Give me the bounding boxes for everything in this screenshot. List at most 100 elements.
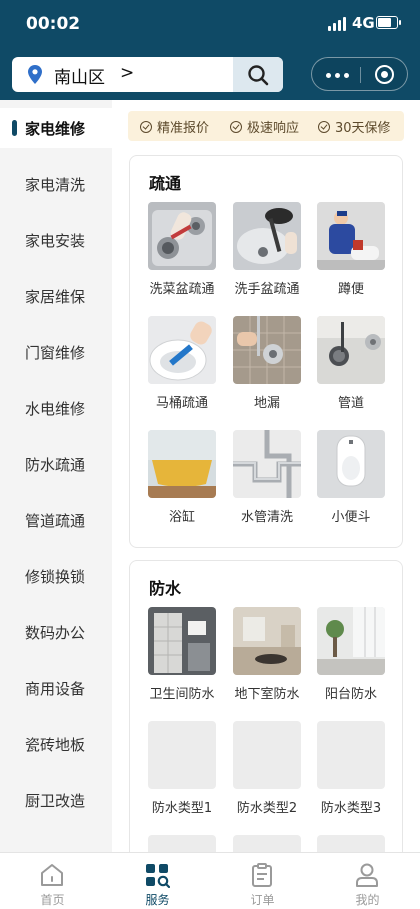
status-bar: 00:02 4G [0,0,420,48]
app-header: 00:02 4G 南山区 > [0,0,420,100]
sidebar-item-label: 防水疏通 [25,456,86,474]
battery-icon [376,16,401,29]
service-content: 精准报价 极速响应 30天保修 疏通 洗菜盆疏通 洗手盆疏通 蹲便 马桶疏通 地… [112,100,420,852]
service-label: 地下室防水 [234,687,300,702]
sidebar-item-kitchen-bath-renovation[interactable]: 厨卫改造 [0,780,112,820]
sidebar-item-label: 厨卫改造 [25,792,86,810]
sidebar-item-appliance-repair[interactable]: 家电维修 [0,108,112,148]
tab-home[interactable]: 首页 [0,853,105,909]
promo-item: 30天保修 [318,117,391,136]
sidebar-item-label: 数码办公 [25,624,86,642]
tab-label: 订单 [250,893,275,907]
sidebar-item-digital-office[interactable]: 数码办公 [0,612,112,652]
home-icon [41,864,63,886]
service-label: 防水类型1 [151,801,213,816]
service-label: 水管清洗 [240,510,293,525]
location-search-bar[interactable]: 南山区 > [12,57,283,92]
promo-text: 极速响应 [247,121,300,136]
pipe-snake-drain-photo [317,316,385,384]
status-time: 00:02 [26,14,81,34]
sidebar-item-door-window[interactable]: 门窗维修 [0,332,112,372]
check-circle-icon [230,121,242,133]
service-tile[interactable]: 防水类型1 [148,721,216,817]
service-tile[interactable]: 防水类型3 [317,721,385,817]
section-card-waterproof: 防水 卫生间防水 地下室防水 阳台防水 防水类型1 防水类型2 防水类型3 [129,560,403,852]
service-tile-partial[interactable] [317,835,385,852]
service-tile[interactable]: 浴缸 [148,430,216,526]
service-label: 浴缸 [168,510,195,525]
floor-drain-photo [233,316,301,384]
service-tile[interactable]: 阳台防水 [317,607,385,703]
network-type: 4G [352,14,375,32]
sidebar-item-waterproof-unclog[interactable]: 防水疏通 [0,444,112,484]
service-tile[interactable]: 卫生间防水 [148,607,216,703]
balcony-photo [317,607,385,675]
service-tile[interactable]: 防水类型2 [233,721,301,817]
sidebar-item-appliance-cleaning[interactable]: 家电清洗 [0,164,112,204]
service-tile[interactable]: 洗菜盆疏通 [148,202,216,298]
sidebar-item-label: 家居维保 [25,288,86,306]
miniprogram-capsule [311,57,408,91]
service-tile[interactable]: 蹲便 [317,202,385,298]
promo-banner: 精准报价 极速响应 30天保修 [128,111,404,141]
service-label: 阳台防水 [324,687,377,702]
service-tile[interactable]: 地漏 [233,316,301,412]
service-label: 马桶疏通 [155,396,208,411]
service-icon [146,864,170,888]
tab-order[interactable]: 订单 [210,853,315,909]
more-menu-icon[interactable] [326,73,350,78]
service-tile[interactable]: 马桶疏通 [148,316,216,412]
close-miniprogram-icon[interactable] [375,65,394,84]
washbasin-plunger-photo [233,202,301,270]
sidebar-item-locksmith[interactable]: 修锁换锁 [0,556,112,596]
sidebar-item-appliance-install[interactable]: 家电安装 [0,220,112,260]
sidebar-item-tiles-flooring[interactable]: 瓷砖地板 [0,724,112,764]
sidebar-item-home-maintenance[interactable]: 家居维保 [0,276,112,316]
service-label: 洗菜盆疏通 [149,282,215,297]
service-label: 卫生间防水 [149,687,215,702]
service-tile[interactable]: 洗手盆疏通 [233,202,301,298]
profile-icon [356,863,378,887]
tab-service[interactable]: 服务 [105,853,210,909]
sidebar-item-commercial-equipment[interactable]: 商用设备 [0,668,112,708]
service-tile-partial[interactable] [148,835,216,852]
service-tile[interactable]: 水管清洗 [233,430,301,526]
tab-profile[interactable]: 我的 [315,853,420,909]
service-tile-partial[interactable] [233,835,301,852]
sidebar-item-label: 家电清洗 [25,176,86,194]
sidebar-item-label: 门窗维修 [25,344,86,362]
placeholder-image [233,835,301,852]
service-tile[interactable]: 小便斗 [317,430,385,526]
promo-item: 极速响应 [230,117,299,136]
section-title: 疏通 [149,174,182,193]
placeholder-image [317,835,385,852]
sidebar-item-pipe-unclog[interactable]: 管道疏通 [0,500,112,540]
order-icon [252,863,272,887]
basement-room-photo [233,607,301,675]
signal-icon [328,17,348,31]
sidebar-item-label: 家电安装 [25,232,86,250]
service-label: 地漏 [253,396,280,411]
placeholder-image [233,721,301,789]
placeholder-image [148,835,216,852]
service-tile[interactable]: 地下室防水 [233,607,301,703]
placeholder-image [317,721,385,789]
service-tile[interactable]: 管道 [317,316,385,412]
toilet-brush-photo [148,316,216,384]
sidebar-item-plumbing-electric[interactable]: 水电维修 [0,388,112,428]
section-title: 防水 [149,579,182,598]
bottom-tab-bar: 首页 服务 订单 我的 [0,852,420,909]
urinal-photo [317,430,385,498]
chrome-pipes-photo [233,430,301,498]
placeholder-image [148,721,216,789]
section-card-unclog: 疏通 洗菜盆疏通 洗手盆疏通 蹲便 马桶疏通 地漏 管道 浴缸 水管清洗 小便斗 [129,155,403,548]
plumber-squat-toilet-photo [317,202,385,270]
promo-text: 30天保修 [335,121,391,136]
tab-label: 首页 [40,893,65,907]
bathtub-photo [148,430,216,498]
service-label: 蹲便 [337,282,364,297]
sidebar-item-label: 管道疏通 [25,512,86,530]
search-button[interactable] [233,57,283,92]
promo-text: 精准报价 [157,121,210,136]
location-label[interactable]: 南山区 [54,63,105,88]
